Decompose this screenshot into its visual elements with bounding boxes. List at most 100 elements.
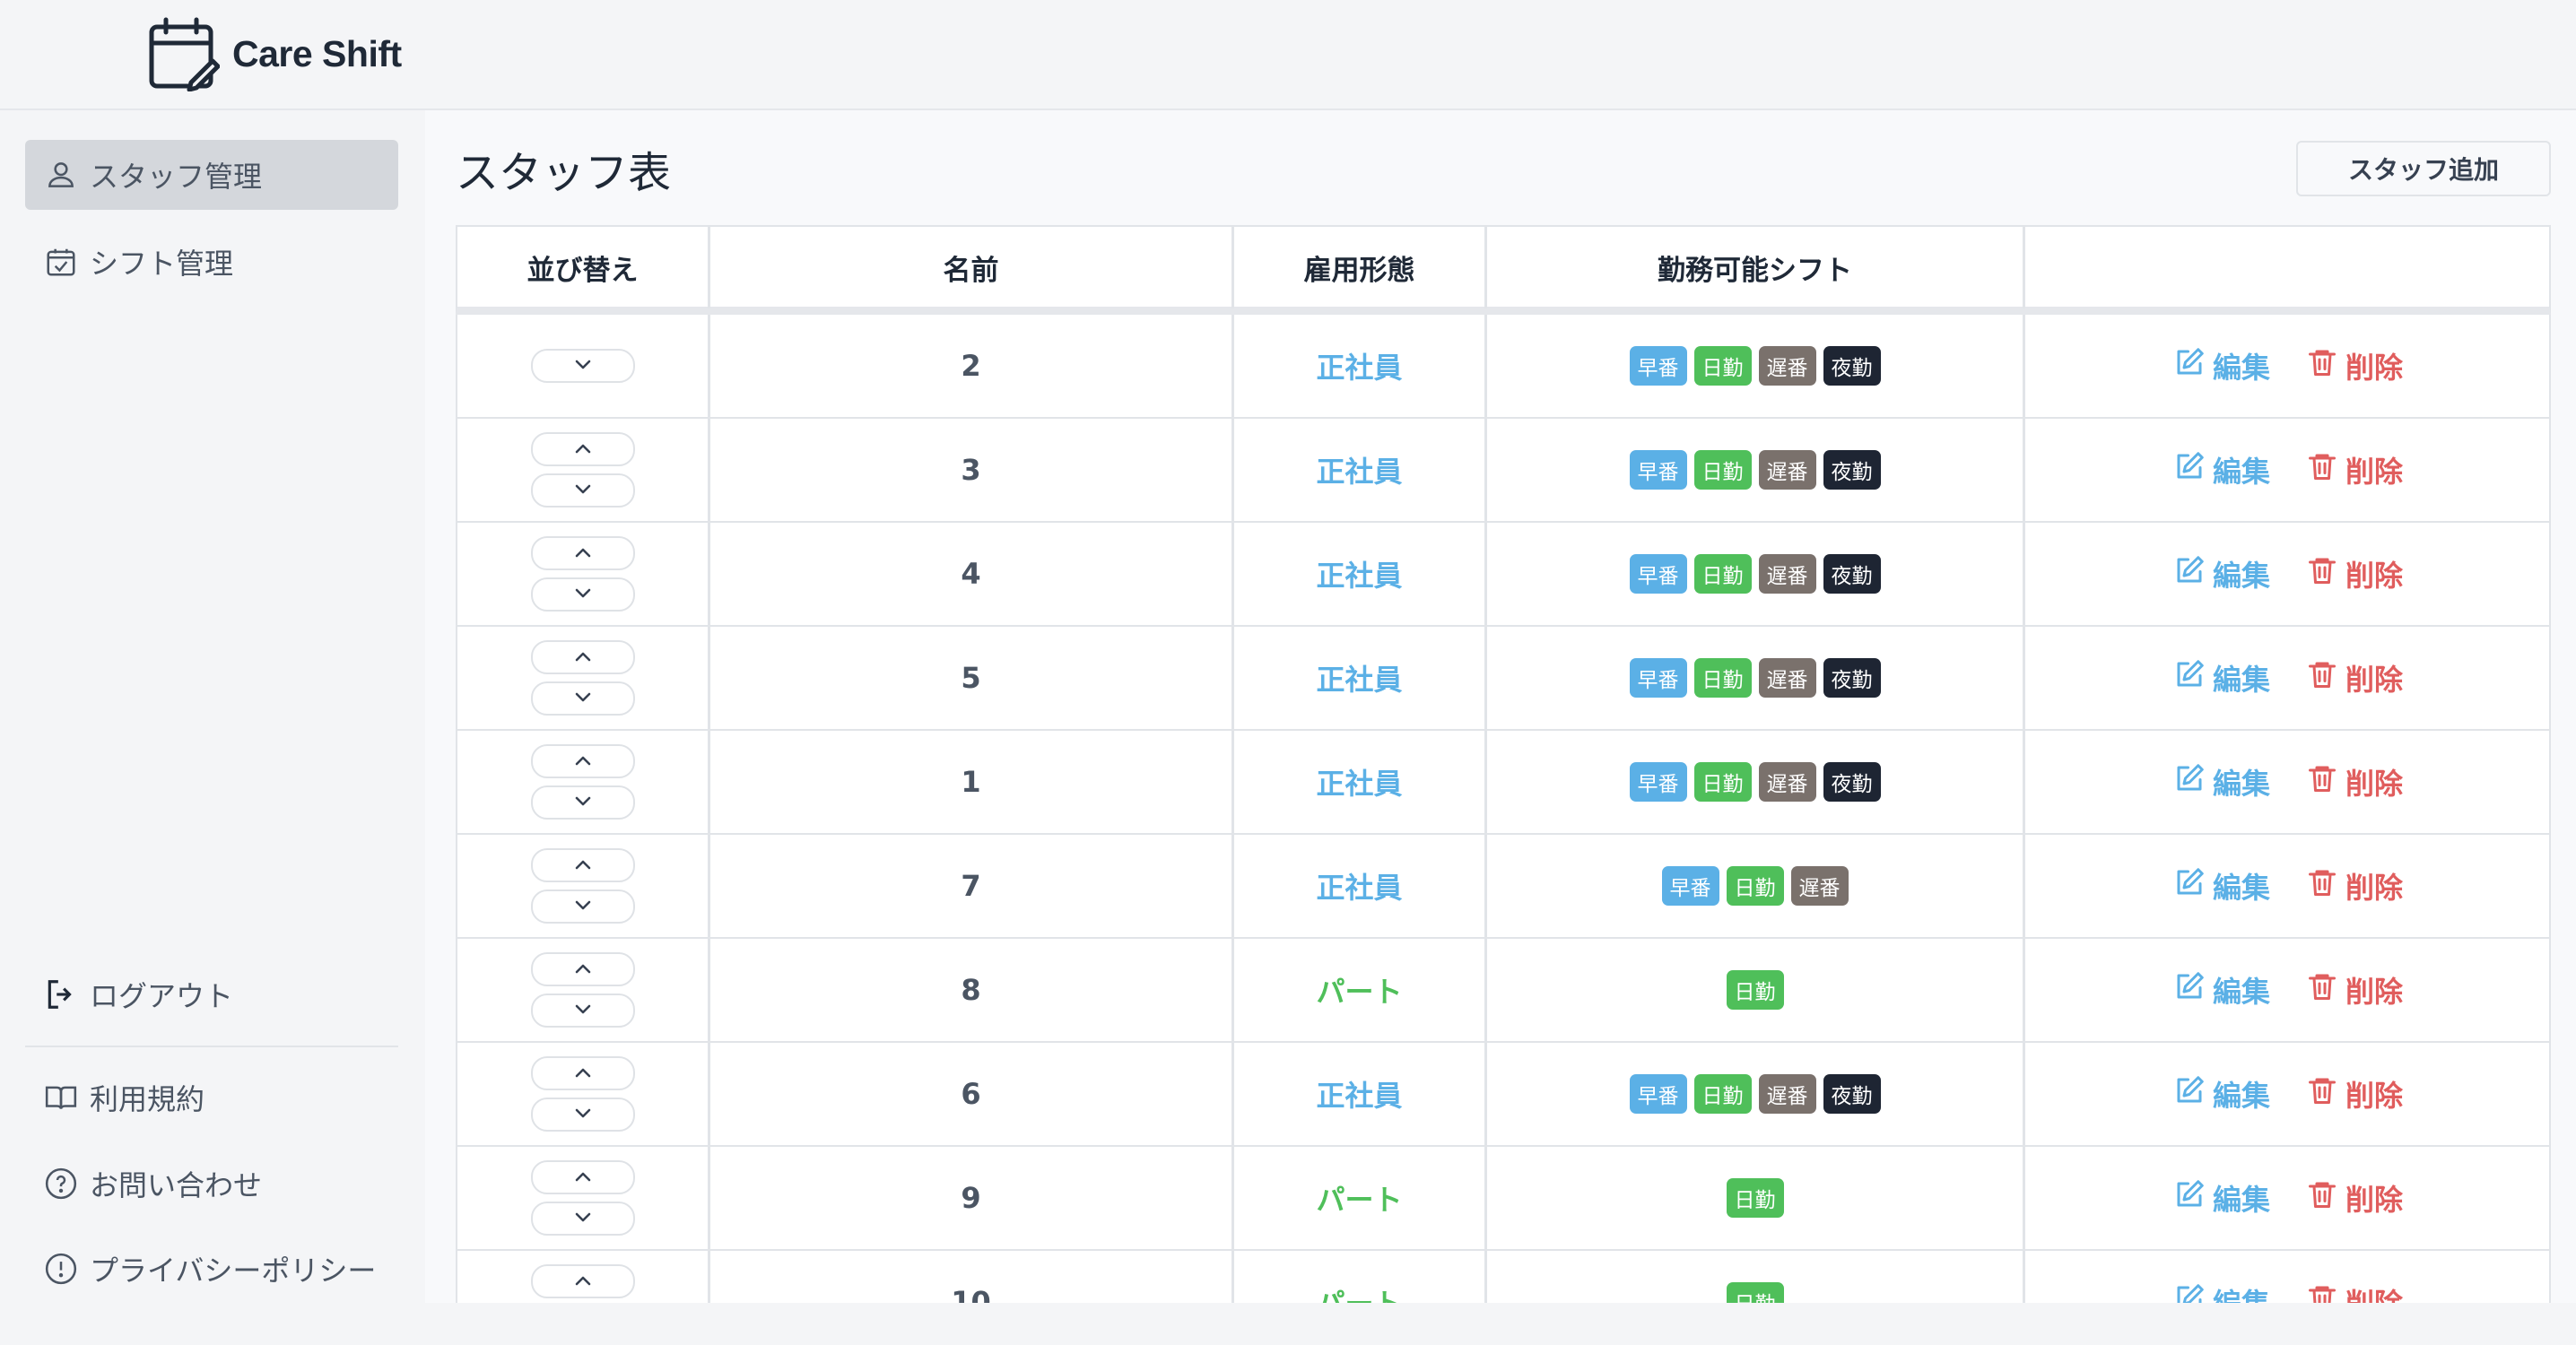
name-cell: 7 — [710, 835, 1234, 937]
app-logo[interactable]: Care Shift — [148, 16, 402, 91]
move-down-button[interactable] — [530, 1202, 635, 1236]
header-employment: 雇用形態 — [1234, 227, 1487, 308]
edit-button[interactable]: 編集 — [2173, 1281, 2270, 1303]
shift-badge-night: 夜勤 — [1823, 450, 1881, 490]
employment-type: 正社員 — [1316, 351, 1403, 385]
edit-button[interactable]: 編集 — [2173, 865, 2270, 907]
name-cell: 2 — [710, 315, 1234, 417]
move-down-button[interactable] — [530, 889, 635, 924]
move-down-button[interactable] — [530, 994, 635, 1028]
move-up-button[interactable] — [530, 744, 635, 778]
sidebar-item-terms[interactable]: 利用規約 — [25, 1063, 398, 1132]
chevron-down-icon — [572, 1002, 594, 1020]
shift-badge-late: 遅番 — [1790, 866, 1849, 906]
move-down-button[interactable] — [530, 681, 635, 716]
table-row: 7 正社員 早番 日勤 遅番 編集 削除 — [456, 835, 2551, 939]
edit-label: 編集 — [2212, 767, 2270, 801]
move-up-button[interactable] — [530, 1056, 635, 1090]
staff-name: 5 — [961, 661, 981, 695]
edit-button[interactable]: 編集 — [2173, 1177, 2270, 1219]
chevron-down-icon — [572, 898, 594, 915]
trash-icon — [2306, 1178, 2338, 1218]
staff-name: 3 — [961, 453, 981, 487]
sidebar-item-label: シフト管理 — [90, 247, 234, 281]
edit-icon — [2173, 658, 2206, 698]
shifts-cell: 早番 日勤 遅番 夜勤 — [1487, 1043, 2025, 1145]
sidebar-item-staff[interactable]: スタッフ管理 — [25, 140, 398, 210]
edit-button[interactable]: 編集 — [2173, 449, 2270, 490]
table-row: 2 正社員 早番 日勤 遅番 夜勤 編集 削除 — [456, 315, 2551, 419]
staff-name: 9 — [961, 1181, 981, 1215]
edit-button[interactable]: 編集 — [2173, 657, 2270, 699]
add-staff-button[interactable]: スタッフ追加 — [2296, 141, 2551, 196]
chevron-down-icon — [572, 794, 594, 811]
trash-icon — [2306, 970, 2338, 1010]
delete-button[interactable]: 削除 — [2306, 345, 2403, 386]
table-row: 4 正社員 早番 日勤 遅番 夜勤 編集 削除 — [456, 523, 2551, 627]
shifts-cell: 早番 日勤 遅番 夜勤 — [1487, 419, 2025, 521]
sort-cell — [457, 419, 710, 521]
edit-icon — [2173, 346, 2206, 386]
delete-button[interactable]: 削除 — [2306, 865, 2403, 907]
sidebar-item-contact[interactable]: お問い合わせ — [25, 1149, 398, 1219]
move-down-button[interactable] — [530, 473, 635, 508]
delete-button[interactable]: 削除 — [2306, 1073, 2403, 1115]
staff-name: 7 — [961, 869, 981, 903]
shift-badge-early: 早番 — [1661, 866, 1719, 906]
delete-label: 削除 — [2345, 1079, 2404, 1113]
chevron-down-icon — [572, 358, 594, 375]
delete-button[interactable]: 削除 — [2306, 1281, 2403, 1303]
move-up-button[interactable] — [530, 952, 635, 986]
sidebar-item-privacy[interactable]: プライバシーポリシー — [25, 1234, 398, 1304]
edit-button[interactable]: 編集 — [2173, 969, 2270, 1011]
delete-button[interactable]: 削除 — [2306, 1177, 2403, 1219]
delete-button[interactable]: 削除 — [2306, 761, 2403, 803]
delete-label: 削除 — [2345, 975, 2404, 1009]
move-down-button[interactable] — [530, 785, 635, 820]
actions-cell: 編集 削除 — [2025, 523, 2551, 625]
table-row: 3 正社員 早番 日勤 遅番 夜勤 編集 削除 — [456, 419, 2551, 523]
move-down-button[interactable] — [530, 1098, 635, 1132]
sort-cell — [457, 939, 710, 1041]
sidebar-item-label: スタッフ管理 — [90, 160, 263, 194]
main-content: スタッフ表 スタッフ追加 並び替え 名前 雇用形態 勤務可能シフト 2 正社員 早番… — [425, 110, 2576, 1303]
move-up-button[interactable] — [530, 432, 635, 466]
shift-badge-night: 夜勤 — [1823, 1074, 1881, 1114]
shifts-cell: 早番 日勤 遅番 夜勤 — [1487, 627, 2025, 729]
delete-label: 削除 — [2345, 559, 2404, 593]
edit-button[interactable]: 編集 — [2173, 553, 2270, 594]
move-up-button[interactable] — [530, 848, 635, 882]
sort-cell — [457, 627, 710, 729]
delete-button[interactable]: 削除 — [2306, 657, 2403, 699]
actions-cell: 編集 削除 — [2025, 835, 2551, 937]
chevron-up-icon — [572, 857, 594, 874]
sort-cell — [457, 731, 710, 833]
move-up-button[interactable] — [530, 1160, 635, 1194]
sidebar-item-logout[interactable]: ログアウト — [25, 959, 398, 1029]
edit-label: 編集 — [2212, 1183, 2270, 1217]
app-title: Care Shift — [232, 32, 402, 74]
delete-button[interactable]: 削除 — [2306, 553, 2403, 594]
actions-cell: 編集 削除 — [2025, 627, 2551, 729]
employment-type: 正社員 — [1316, 663, 1403, 697]
edit-label: 編集 — [2213, 1281, 2270, 1303]
move-down-button[interactable] — [530, 577, 635, 612]
move-down-button[interactable] — [530, 349, 635, 383]
move-up-button[interactable] — [530, 640, 635, 674]
staff-name: 10 — [951, 1285, 991, 1303]
delete-button[interactable]: 削除 — [2306, 969, 2403, 1011]
move-up-button[interactable] — [530, 536, 635, 570]
delete-button[interactable]: 削除 — [2306, 449, 2403, 490]
edit-button[interactable]: 編集 — [2173, 345, 2270, 386]
trash-icon — [2306, 762, 2338, 802]
edit-label: 編集 — [2212, 455, 2270, 489]
edit-button[interactable]: 編集 — [2173, 1073, 2270, 1115]
sidebar-item-shift[interactable]: シフト管理 — [25, 227, 398, 297]
shift-badge-early: 早番 — [1629, 1074, 1687, 1114]
chevron-down-icon — [572, 482, 594, 499]
edit-button[interactable]: 編集 — [2173, 761, 2270, 803]
shift-badge-night: 夜勤 — [1823, 554, 1881, 594]
edit-label: 編集 — [2212, 663, 2270, 697]
move-up-button[interactable] — [530, 1264, 635, 1298]
delete-label: 削除 — [2345, 1183, 2404, 1217]
